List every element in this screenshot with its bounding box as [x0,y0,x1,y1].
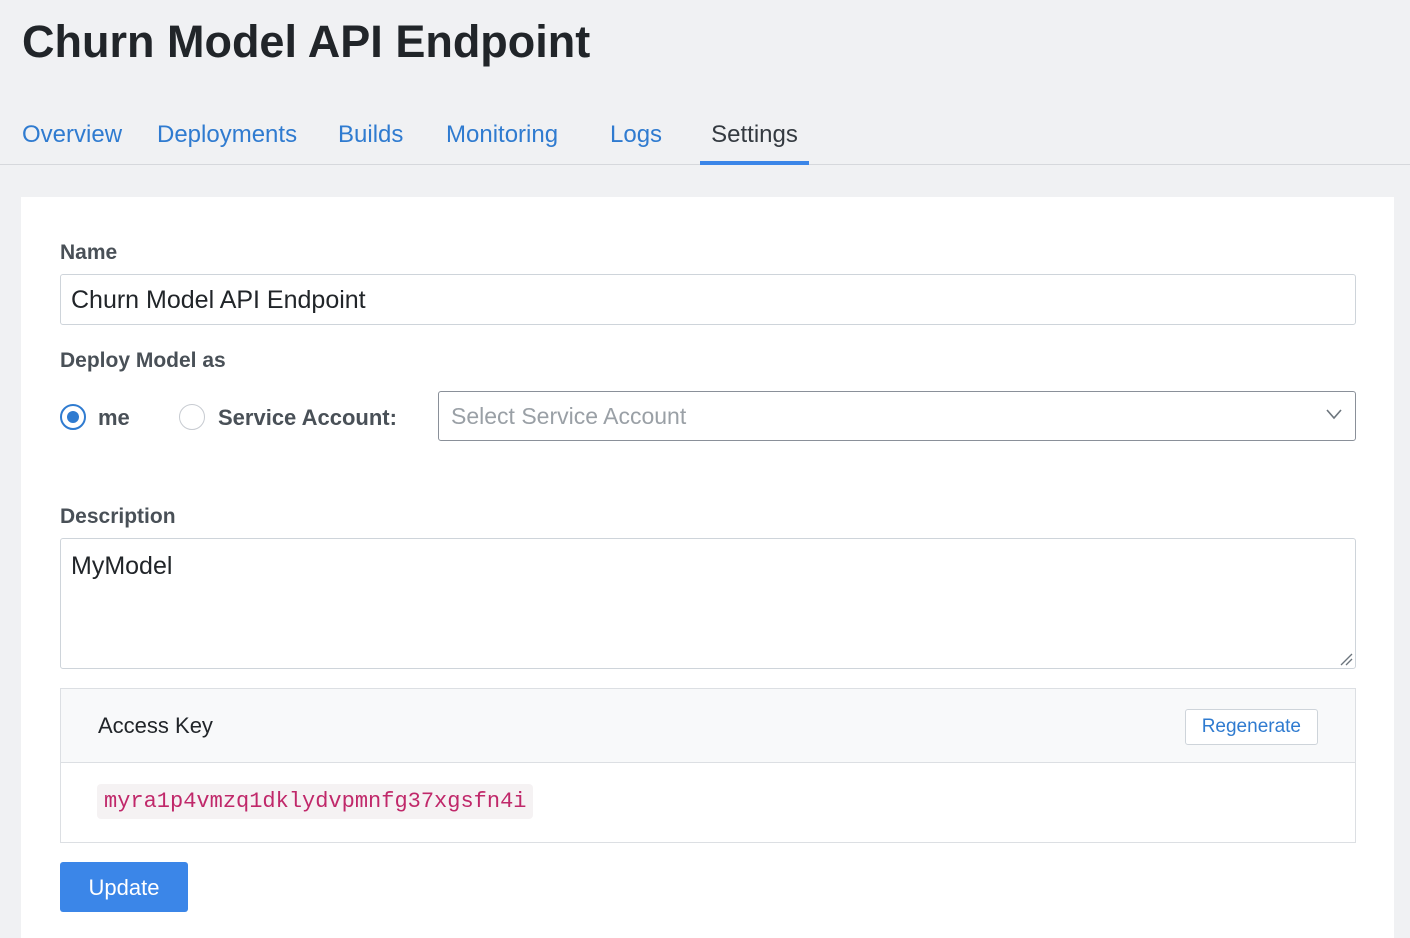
tab-builds[interactable]: Builds [338,105,403,164]
regenerate-button[interactable]: Regenerate [1184,709,1318,745]
radio-service-account-label[interactable]: Service Account: [218,405,397,431]
service-account-placeholder: Select Service Account [451,403,687,429]
deploy-as-label: Deploy Model as [60,349,226,372]
description-text: MyModel [71,552,173,580]
chevron-down-icon [1326,409,1342,420]
name-label: Name [60,241,118,264]
update-button[interactable]: Update [60,862,188,912]
page-title: Churn Model API Endpoint [22,16,591,67]
tab-logs[interactable]: Logs [610,105,662,164]
radio-me-label[interactable]: me [98,405,130,431]
description-label: Description [60,505,176,528]
access-key-panel: Access Key Regenerate myra1p4vmzq1dklydv… [60,688,1356,843]
service-account-select[interactable]: Select Service Account [438,391,1356,441]
description-textarea[interactable]: MyModel [60,538,1356,669]
name-input[interactable]: Churn Model API Endpoint [60,274,1356,325]
radio-me-dot [67,411,79,423]
resize-handle-icon[interactable] [1339,652,1353,666]
tab-deployments[interactable]: Deployments [157,105,297,164]
settings-card: Name Churn Model API Endpoint Deploy Mod… [21,197,1394,938]
radio-me[interactable] [60,404,86,430]
tab-overview[interactable]: Overview [22,105,122,164]
access-key-header: Access Key Regenerate [61,689,1355,763]
tab-settings[interactable]: Settings [700,105,809,165]
access-key-title: Access Key [98,713,213,738]
radio-service-account[interactable] [179,404,205,430]
access-key-value: myra1p4vmzq1dklydvpmnfg37xgsfn4i [97,784,534,819]
tab-bar: Overview Deployments Builds Monitoring L… [0,105,1410,165]
tab-monitoring[interactable]: Monitoring [446,105,558,164]
